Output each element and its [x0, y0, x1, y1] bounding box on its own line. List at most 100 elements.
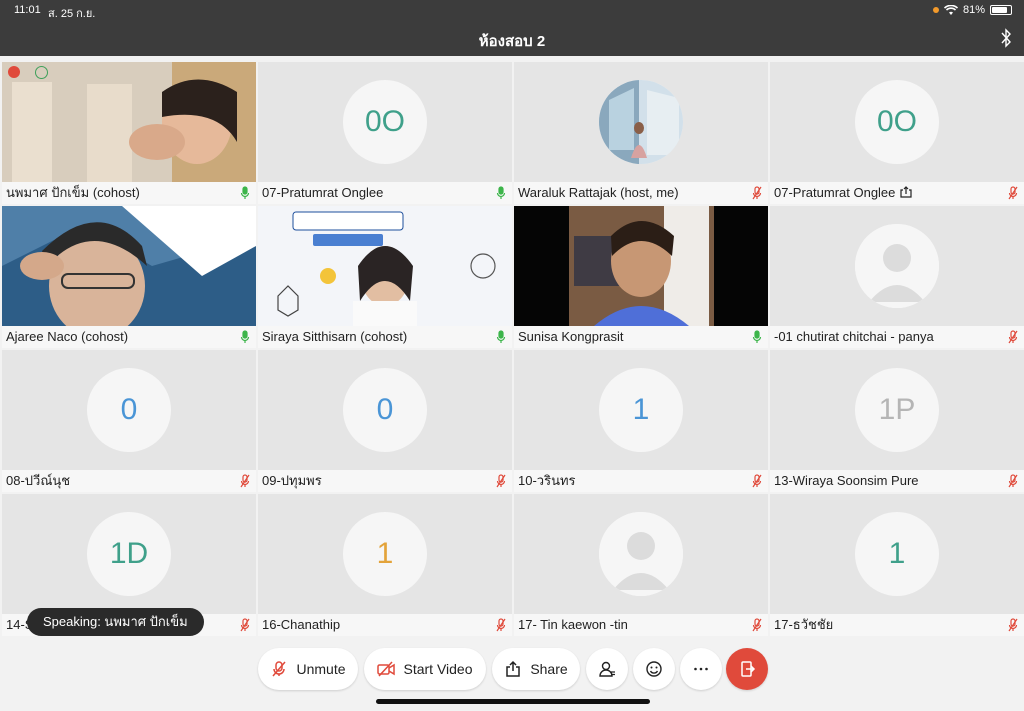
- participant-tile[interactable]: Siraya Sitthisarn (cohost): [258, 206, 512, 348]
- participant-name: Siraya Sitthisarn (cohost): [258, 326, 512, 348]
- participant-name: นพมาศ ปักเข็ม (cohost): [2, 182, 256, 204]
- participant-name-text: Sunisa Kongprasit: [518, 329, 624, 344]
- participant-initials: 0O: [343, 80, 427, 164]
- participant-name: 09-ปทุมพร: [258, 470, 512, 492]
- participant-tile[interactable]: 17- Tin kaewon -tin: [514, 494, 768, 636]
- start-video-button[interactable]: Start Video: [364, 648, 486, 690]
- participant-name: Sunisa Kongprasit: [514, 326, 768, 348]
- mic-in-use-indicator: [932, 7, 939, 13]
- default-avatar-icon: [855, 224, 939, 308]
- participant-name-text: 17-ธวัชชัย: [774, 617, 834, 632]
- meeting-toolbar: Unmute Start Video Share: [0, 648, 1024, 692]
- mic-muted-icon: [752, 186, 762, 200]
- participant-initials: 1D: [87, 512, 171, 596]
- participant-name-text: 08-ปวีณ์นุช: [6, 473, 71, 488]
- participant-name: 07-Pratumrat Onglee: [258, 182, 512, 204]
- mic-muted-icon: [496, 618, 506, 632]
- participant-name-text: 09-ปทุมพร: [262, 473, 322, 488]
- share-icon: [506, 660, 521, 677]
- status-time: 11:01: [14, 4, 41, 16]
- exit-icon: [741, 661, 756, 677]
- participant-name-text: 07-Pratumrat Onglee: [774, 185, 896, 200]
- participant-name-text: 13-Wiraya Soonsim Pure: [774, 473, 919, 488]
- mic-muted-icon: [752, 618, 762, 632]
- mic-muted-icon: [1008, 186, 1018, 200]
- participant-video: [258, 206, 512, 326]
- participant-name-text: Ajaree Naco (cohost): [6, 329, 129, 344]
- speaking-indicator: Speaking: นพมาศ ปักเข็ม: [27, 608, 204, 636]
- participants-icon: [599, 661, 615, 677]
- participant-tile[interactable]: 1 10-วรินทร: [514, 350, 768, 492]
- mic-muted-icon: [272, 661, 287, 677]
- participant-tile[interactable]: 0O 07-Pratumrat Onglee: [770, 62, 1024, 204]
- meeting-title-bar: ห้องสอบ 2: [0, 22, 1024, 56]
- status-date: ส. 25 ก.ย.: [48, 8, 96, 20]
- participant-name: 08-ปวีณ์นุช: [2, 470, 256, 492]
- participant-tile[interactable]: Waraluk Rattajak (host, me): [514, 62, 768, 204]
- mic-on-icon: [240, 330, 250, 344]
- reactions-button[interactable]: [633, 648, 675, 690]
- participant-name-text: Waraluk Rattajak (host, me): [518, 185, 679, 200]
- participant-initials: 0: [343, 368, 427, 452]
- unmute-button[interactable]: Unmute: [258, 648, 358, 690]
- participant-tile[interactable]: -01 chutirat chitchai - panya: [770, 206, 1024, 348]
- participant-tile[interactable]: 1 16-Chanathip: [258, 494, 512, 636]
- clock-icon: [35, 66, 48, 79]
- more-button[interactable]: [680, 648, 722, 690]
- participant-name: Ajaree Naco (cohost): [2, 326, 256, 348]
- participant-initials: 0O: [855, 80, 939, 164]
- participant-name-text: 17- Tin kaewon -tin: [518, 617, 628, 632]
- mic-muted-icon: [752, 474, 762, 488]
- mic-muted-icon: [240, 474, 250, 488]
- mic-muted-icon: [240, 618, 250, 632]
- participant-tile[interactable]: นพมาศ ปักเข็ม (cohost): [2, 62, 256, 204]
- participant-name: 13-Wiraya Soonsim Pure: [770, 470, 1024, 492]
- mic-muted-icon: [1008, 330, 1018, 344]
- participant-tile[interactable]: Ajaree Naco (cohost): [2, 206, 256, 348]
- mic-muted-icon: [1008, 618, 1018, 632]
- participant-name-text: นพมาศ ปักเข็ม (cohost): [6, 185, 140, 200]
- participant-name-text: -01 chutirat chitchai - panya: [774, 329, 934, 344]
- participant-initials: 0: [87, 368, 171, 452]
- participant-name-text: 10-วรินทร: [518, 473, 576, 488]
- participant-photo: [599, 80, 683, 164]
- participant-initials: 1: [343, 512, 427, 596]
- share-button[interactable]: Share: [492, 648, 580, 690]
- mic-on-icon: [752, 330, 762, 344]
- participant-tile[interactable]: 0 09-ปทุมพร: [258, 350, 512, 492]
- smiley-icon: [646, 661, 662, 677]
- wifi-icon: [943, 4, 958, 15]
- participant-name: 10-วรินทร: [514, 470, 768, 492]
- battery-percent: 81%: [962, 4, 985, 16]
- leave-meeting-button[interactable]: [726, 648, 768, 690]
- mic-on-icon: [240, 186, 250, 200]
- meeting-title: ห้องสอบ 2: [478, 33, 546, 50]
- status-right: 81%: [932, 4, 1012, 16]
- battery-icon: [990, 5, 1012, 15]
- participant-tile[interactable]: 1 17-ธวัชชัย: [770, 494, 1024, 636]
- participant-name: 07-Pratumrat Onglee: [770, 182, 1024, 204]
- start-video-label: Start Video: [403, 661, 473, 677]
- participant-tile[interactable]: Sunisa Kongprasit: [514, 206, 768, 348]
- participant-tile[interactable]: 1P 13-Wiraya Soonsim Pure: [770, 350, 1024, 492]
- screen-share-icon: [895, 185, 913, 200]
- bluetooth-icon[interactable]: [1000, 28, 1012, 48]
- participants-button[interactable]: [586, 648, 628, 690]
- participant-name-text: Siraya Sitthisarn (cohost): [262, 329, 408, 344]
- participant-video: [2, 62, 256, 182]
- home-indicator[interactable]: [376, 699, 650, 704]
- participant-name: 17- Tin kaewon -tin: [514, 614, 768, 636]
- participant-tile[interactable]: 0 08-ปวีณ์นุช: [2, 350, 256, 492]
- participant-initials: 1P: [855, 368, 939, 452]
- mic-muted-icon: [1008, 474, 1018, 488]
- participant-name-text: 16-Chanathip: [262, 617, 341, 632]
- participant-name: 16-Chanathip: [258, 614, 512, 636]
- participant-initials: 1: [599, 368, 683, 452]
- participant-video: [514, 206, 768, 326]
- more-dots-icon: [694, 667, 708, 671]
- recording-icon: [8, 66, 20, 78]
- unmute-label: Unmute: [296, 661, 346, 677]
- participant-tile[interactable]: 0O 07-Pratumrat Onglee: [258, 62, 512, 204]
- participant-name: Waraluk Rattajak (host, me): [514, 182, 768, 204]
- mic-on-icon: [496, 330, 506, 344]
